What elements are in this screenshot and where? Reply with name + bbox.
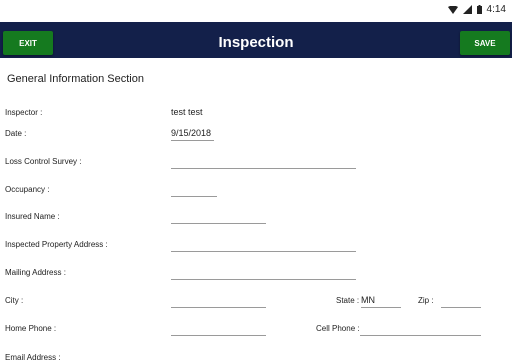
date-field[interactable]: 9/15/2018 [171,126,214,141]
home-phone-label: Home Phone : [5,324,57,333]
status-icons: 4:14 [447,4,506,15]
inspected-property-address-label: Inspected Property Address : [5,240,108,249]
date-label: Date : [5,129,27,138]
insured-name-field[interactable] [171,209,266,224]
email-label: Email Address : [5,353,61,362]
inspector-label: Inspector : [5,108,43,117]
mailing-address-field[interactable] [171,265,356,280]
state-label: State : [336,296,360,305]
occupancy-label: Occupancy : [5,185,50,194]
cell-phone-field[interactable] [360,321,481,336]
battery-icon [476,5,482,14]
inspector-value: test test [171,107,203,117]
home-phone-field[interactable] [171,321,266,336]
status-time: 4:14 [486,4,506,15]
status-bar: 4:14 [0,0,512,22]
zip-label: Zip : [418,296,434,305]
insured-name-label: Insured Name : [5,212,60,221]
inspected-property-address-field[interactable] [171,237,356,252]
occupancy-field[interactable] [171,182,217,197]
cell-phone-label: Cell Phone : [316,324,360,333]
city-field[interactable] [171,293,266,308]
page-title: Inspection [218,34,294,51]
save-button[interactable]: SAVE [460,31,510,55]
zip-field[interactable] [441,293,481,308]
mailing-address-label: Mailing Address : [5,268,66,277]
loss-control-survey-field[interactable] [171,154,356,169]
signal-icon [462,5,472,14]
loss-control-survey-label: Loss Control Survey : [5,157,82,166]
state-field[interactable]: MN [361,293,401,308]
section-title: General Information Section [7,73,144,85]
city-label: City : [5,296,24,305]
wifi-icon [447,5,458,14]
app-header: EXIT Inspection SAVE [0,22,512,58]
